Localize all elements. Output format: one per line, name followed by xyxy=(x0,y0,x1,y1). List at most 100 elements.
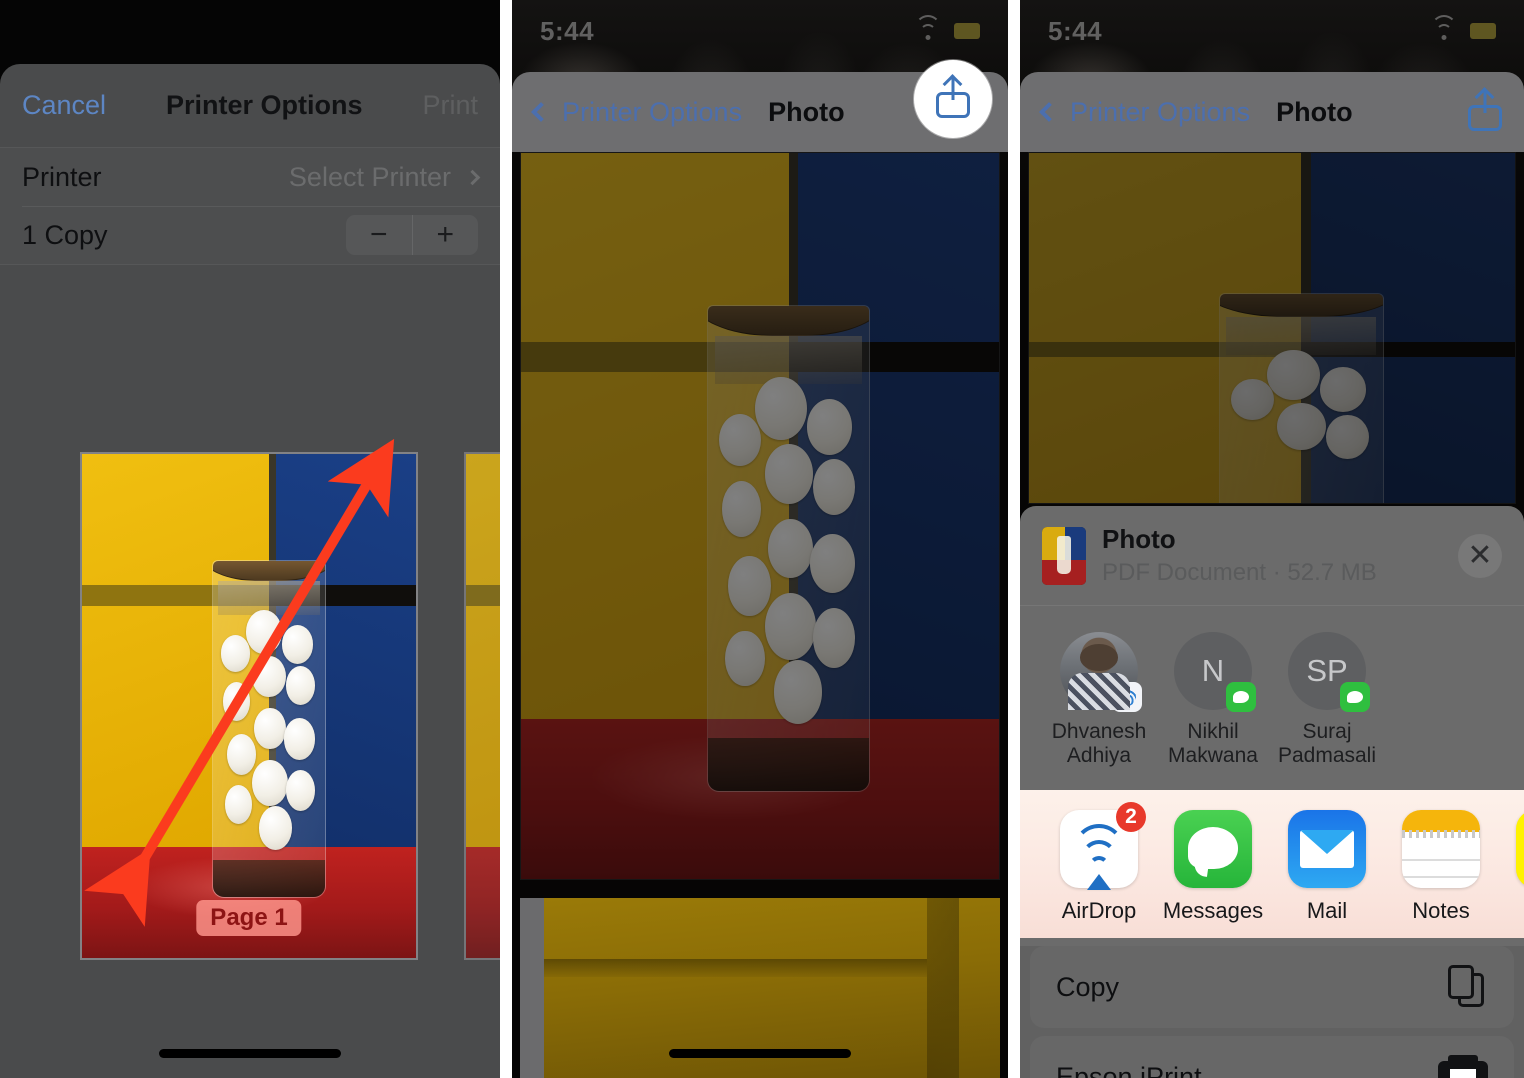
print-button[interactable]: Print xyxy=(422,90,478,121)
status-bar-2: 5:44 xyxy=(512,10,1008,52)
epson-printer-icon: EPSON xyxy=(1438,1055,1488,1078)
panel-photo-preview: 5:44 Printer Options Photo xyxy=(512,0,1008,1078)
list-bottom-divider xyxy=(0,264,500,265)
copy-icon xyxy=(1448,965,1488,1009)
share-sheet: Photo PDF Document · 52.7 MB ✕ Dhvanesh … xyxy=(1020,506,1524,1078)
action-label: Copy xyxy=(1056,971,1120,1002)
avatar: SP xyxy=(1288,632,1370,712)
cancel-button[interactable]: Cancel xyxy=(22,90,106,121)
contact-name: Suraj Padmasali xyxy=(1277,720,1377,768)
contact-item[interactable]: SP Suraj Padmasali xyxy=(1270,632,1384,768)
battery-icon xyxy=(954,23,980,39)
sheet-navbar: Cancel Printer Options Print xyxy=(0,64,500,148)
photo-viewer-navbar: Printer Options Photo xyxy=(1020,72,1524,152)
document-thumbnail xyxy=(1042,526,1086,585)
photo-page-1[interactable] xyxy=(520,152,1000,880)
airdrop-icon: 2 xyxy=(1060,802,1146,891)
document-meta: Photo PDF Document · 52.7 MB xyxy=(1102,524,1377,587)
share-app-mail[interactable]: Mail xyxy=(1270,810,1384,924)
contact-name: Dhvanesh Adhiya xyxy=(1051,720,1147,768)
photo-page-1-content xyxy=(1029,153,1515,503)
notes-icon xyxy=(1402,810,1480,889)
copies-row-label: 1 Copy xyxy=(22,219,108,250)
jar-object xyxy=(212,559,326,898)
page-preview-next-photo xyxy=(466,454,500,958)
jar-object xyxy=(707,305,870,792)
printer-options-sheet: Cancel Printer Options Print Printer Sel… xyxy=(0,64,500,1078)
share-icon[interactable] xyxy=(936,78,970,118)
jar-object xyxy=(1218,293,1384,503)
share-app-airdrop[interactable]: 2 AirDrop xyxy=(1042,802,1156,924)
action-epson-iprint[interactable]: Epson iPrint EPSON xyxy=(1030,1036,1514,1078)
chevron-left-icon[interactable] xyxy=(531,102,551,122)
photo-title: Photo xyxy=(768,96,845,127)
photo-page-1[interactable] xyxy=(1028,152,1516,504)
home-indicator xyxy=(669,1049,851,1058)
panel-share-sheet: 5:44 Printer Options Photo Photo PDF Doc… xyxy=(1020,0,1524,1078)
wifi-icon xyxy=(1430,15,1458,41)
home-indicator xyxy=(159,1049,341,1058)
status-bar-3: 5:44 xyxy=(1020,10,1524,52)
action-label: Epson iPrint xyxy=(1056,1061,1202,1078)
wifi-icon xyxy=(914,15,942,41)
messages-icon xyxy=(1174,810,1252,889)
airdrop-badge-icon xyxy=(1112,682,1142,712)
increment-button[interactable]: + xyxy=(413,215,479,255)
messages-badge-icon xyxy=(1226,682,1256,712)
share-app-messages[interactable]: Messages xyxy=(1156,810,1270,924)
page-preview-1[interactable]: Page 1 xyxy=(80,452,418,960)
share-app-label: Messages xyxy=(1162,898,1264,924)
share-app-label: Notes xyxy=(1412,898,1470,924)
panel-gap-1 xyxy=(500,0,512,1078)
quantity-stepper[interactable]: − + xyxy=(346,215,478,255)
share-apps-row: 2 AirDrop Messages Mail Notes xyxy=(1020,790,1524,939)
photo-title: Photo xyxy=(1276,96,1353,127)
shells-group xyxy=(713,369,864,742)
back-to-printer-options-button[interactable]: Printer Options xyxy=(562,97,742,128)
share-button-highlight[interactable] xyxy=(914,60,992,138)
action-copy[interactable]: Copy xyxy=(1030,946,1514,1029)
share-sheet-card: Photo PDF Document · 52.7 MB ✕ Dhvanesh … xyxy=(1020,506,1524,1078)
share-sheet-header: Photo PDF Document · 52.7 MB ✕ xyxy=(1020,506,1524,605)
share-app-notes[interactable]: Notes xyxy=(1384,810,1498,924)
contact-item[interactable]: N Nikhil Makwana xyxy=(1156,632,1270,768)
status-icons xyxy=(914,15,980,41)
share-app-snapchat[interactable]: Sn xyxy=(1498,810,1524,924)
photo-page-1-content xyxy=(521,153,999,879)
back-to-printer-options-button[interactable]: Printer Options xyxy=(1070,97,1250,128)
print-preview-area: Page 1 xyxy=(0,382,500,1078)
page-number-label: Page 1 xyxy=(196,900,302,936)
shells-group xyxy=(217,604,322,862)
contact-name: Nikhil Makwana xyxy=(1168,720,1258,768)
share-app-label: Mail xyxy=(1306,898,1348,924)
page-preview-1-photo: Page 1 xyxy=(82,454,416,958)
avatar: N xyxy=(1174,632,1256,712)
badge-count: 2 xyxy=(1116,802,1146,833)
printer-options-list: Printer Select Printer 1 Copy − + xyxy=(0,148,500,264)
battery-icon xyxy=(1470,23,1496,39)
decrement-button[interactable]: − xyxy=(346,215,412,255)
panel-printer-options: Cancel Printer Options Print Printer Sel… xyxy=(0,0,500,1078)
copies-row: 1 Copy − + xyxy=(0,206,500,264)
mail-icon xyxy=(1288,810,1366,889)
chevron-left-icon[interactable] xyxy=(1039,102,1059,122)
contact-item[interactable]: Dhvanesh Adhiya xyxy=(1042,632,1156,768)
screenshot-stage: Cancel Printer Options Print Printer Sel… xyxy=(0,0,1524,1078)
printer-row-value: Select Printer xyxy=(288,161,451,192)
printer-row[interactable]: Printer Select Printer xyxy=(0,148,500,206)
copies-stepper-wrap: − + xyxy=(346,215,478,255)
share-icon[interactable] xyxy=(1468,91,1502,131)
suggested-contacts-row: Dhvanesh Adhiya N Nikhil Makwana SP Sura… xyxy=(1020,606,1524,790)
close-icon[interactable]: ✕ xyxy=(1458,533,1502,578)
page-preview-next[interactable] xyxy=(464,452,500,960)
avatar xyxy=(1060,632,1142,712)
page-title: Printer Options xyxy=(166,90,363,120)
share-app-label: AirDrop xyxy=(1061,898,1137,924)
printer-row-label: Printer xyxy=(22,161,102,192)
avatar-initials: N xyxy=(1201,653,1225,688)
status-clock: 5:44 xyxy=(540,15,595,46)
panel-gap-2 xyxy=(1008,0,1020,1078)
chevron-right-icon xyxy=(464,169,481,185)
status-icons xyxy=(1430,15,1496,41)
snapchat-icon xyxy=(1516,810,1524,889)
